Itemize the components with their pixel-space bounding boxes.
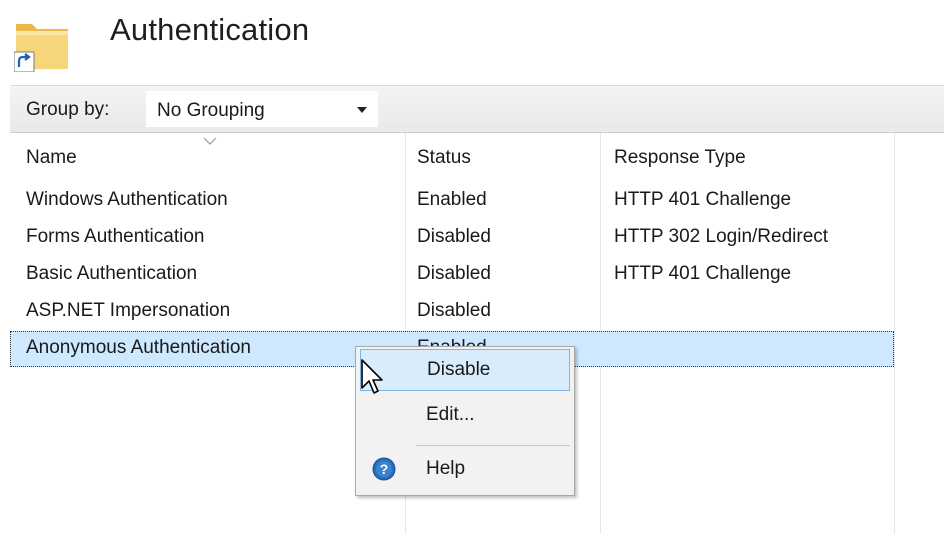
- table-row[interactable]: Forms Authentication Disabled HTTP 302 L…: [10, 220, 894, 256]
- column-header-row: Name Status Response Type: [10, 133, 944, 181]
- row-name: Basic Authentication: [26, 263, 198, 284]
- menu-item-disable[interactable]: Disable: [360, 349, 570, 391]
- row-name: Windows Authentication: [26, 189, 228, 210]
- row-status: Disabled: [417, 263, 491, 284]
- page-header: Authentication: [0, 0, 944, 82]
- row-response-type: HTTP 401 Challenge: [614, 189, 792, 210]
- column-header-name[interactable]: Name: [26, 147, 77, 169]
- row-name: ASP.NET Impersonation: [26, 300, 231, 321]
- row-status: Enabled: [417, 189, 487, 210]
- row-response-type: HTTP 302 Login/Redirect: [614, 226, 829, 247]
- folder-shortcut-icon: [14, 24, 68, 72]
- row-status: Disabled: [417, 226, 491, 247]
- groupby-value: No Grouping: [157, 100, 265, 121]
- menu-item-edit[interactable]: Edit...: [360, 395, 570, 437]
- table-row[interactable]: Basic Authentication Disabled HTTP 401 C…: [10, 257, 894, 293]
- row-response-type: HTTP 401 Challenge: [614, 263, 792, 284]
- groupby-label: Group by:: [26, 99, 110, 120]
- row-status: Disabled: [417, 300, 491, 321]
- column-header-status[interactable]: Status: [417, 147, 471, 169]
- row-name: Anonymous Authentication: [26, 337, 251, 358]
- page-title: Authentication: [110, 12, 310, 47]
- svg-text:?: ?: [380, 461, 389, 477]
- menu-separator: [416, 445, 570, 446]
- chevron-down-icon[interactable]: [357, 107, 367, 113]
- menu-item-label: Edit...: [426, 404, 475, 425]
- help-icon: ?: [372, 457, 396, 481]
- menu-item-label: Help: [426, 458, 466, 479]
- column-divider: [894, 133, 895, 534]
- table-row[interactable]: ASP.NET Impersonation Disabled: [10, 294, 894, 330]
- column-header-response-type[interactable]: Response Type: [614, 147, 746, 169]
- mouse-cursor-icon: [361, 359, 383, 394]
- sort-chevron-icon: [203, 137, 217, 145]
- table-row[interactable]: Windows Authentication Enabled HTTP 401 …: [10, 183, 894, 219]
- menu-item-label: Disable: [427, 359, 491, 380]
- menu-item-help[interactable]: ? Help: [360, 449, 570, 491]
- groupby-toolbar: Group by: No Grouping: [10, 85, 944, 133]
- row-name: Forms Authentication: [26, 226, 205, 247]
- groupby-dropdown[interactable]: No Grouping: [146, 91, 378, 127]
- context-menu: Disable Edit... ? Help: [355, 346, 575, 496]
